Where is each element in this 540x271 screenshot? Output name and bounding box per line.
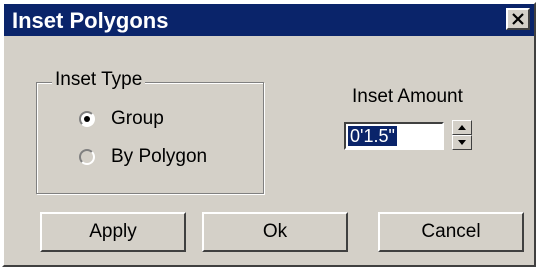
ok-button[interactable]: Ok xyxy=(202,212,348,252)
inset-amount-value: 0'1.5" xyxy=(348,126,397,146)
title-bar[interactable]: Inset Polygons xyxy=(4,4,534,36)
radio-label-group: Group xyxy=(111,108,164,129)
radio-group-option[interactable]: Group xyxy=(79,108,164,130)
inset-type-groupbox xyxy=(36,82,264,194)
inset-type-label: Inset Type xyxy=(52,69,146,91)
close-button[interactable] xyxy=(506,8,530,30)
cancel-button[interactable]: Cancel xyxy=(378,212,524,252)
close-icon xyxy=(512,13,524,25)
inset-amount-label: Inset Amount xyxy=(352,86,463,107)
radio-button-group[interactable] xyxy=(79,111,95,127)
apply-button[interactable]: Apply xyxy=(40,212,186,252)
radio-label-by-polygon: By Polygon xyxy=(111,146,208,167)
inset-amount-spinner[interactable] xyxy=(452,120,472,150)
arrow-down-icon xyxy=(458,140,466,145)
inset-amount-input[interactable]: 0'1.5" xyxy=(344,122,444,150)
radio-by-polygon-option[interactable]: By Polygon xyxy=(79,146,207,168)
dialog-title: Inset Polygons xyxy=(12,8,169,33)
inset-polygons-dialog: Inset Polygons Inset Type Group By Polyg… xyxy=(2,2,536,267)
radio-button-by-polygon[interactable] xyxy=(79,149,95,165)
spinner-up-button[interactable] xyxy=(452,120,472,135)
arrow-up-icon xyxy=(458,125,466,130)
spinner-down-button[interactable] xyxy=(452,135,472,150)
